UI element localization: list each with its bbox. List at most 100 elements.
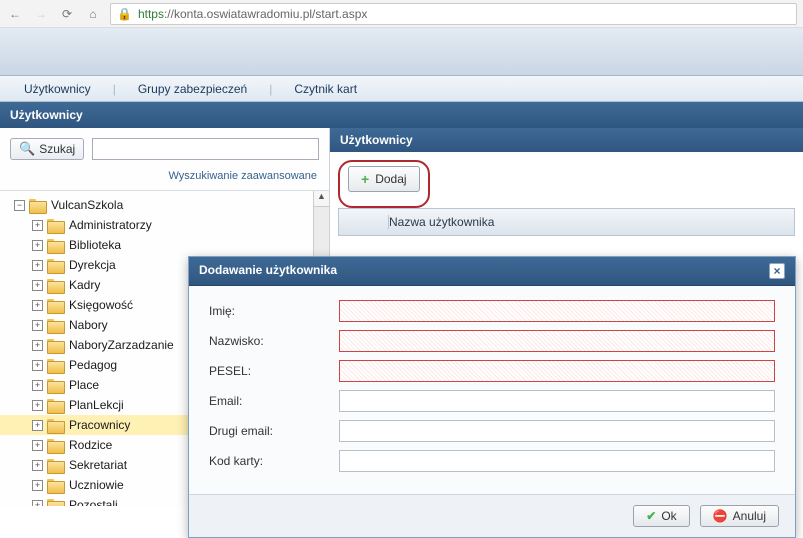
- expand-icon[interactable]: +: [32, 420, 43, 431]
- dialog-footer: ✔ Ok ⛔ Anuluj: [189, 494, 795, 537]
- input-imie[interactable]: [339, 300, 775, 322]
- folder-icon: [47, 359, 63, 372]
- ok-button-label: Ok: [661, 509, 676, 523]
- close-icon[interactable]: ×: [769, 263, 785, 279]
- back-icon[interactable]: ←: [6, 5, 24, 23]
- input-email[interactable]: [339, 390, 775, 412]
- tree-item-label: Pedagog: [69, 358, 117, 372]
- tree-item[interactable]: + Biblioteka: [0, 235, 329, 255]
- label-email2: Drugi email:: [209, 424, 339, 438]
- grid-header: Nazwa użytkownika: [338, 208, 795, 236]
- url-scheme: https: [138, 7, 164, 21]
- expand-icon[interactable]: +: [32, 300, 43, 311]
- url-bar[interactable]: 🔒 https ://konta.oswiatawradomiu.pl/star…: [110, 3, 797, 25]
- tree-item-label: Nabory: [69, 318, 108, 332]
- grid-col-username: Nazwa użytkownika: [389, 215, 494, 229]
- expand-icon[interactable]: +: [32, 320, 43, 331]
- folder-icon: [47, 319, 63, 332]
- tree-root-label: VulcanSzkola: [51, 198, 123, 212]
- section-title: Użytkownicy: [0, 102, 803, 128]
- tree-item[interactable]: + Administratorzy: [0, 215, 329, 235]
- cancel-button-label: Anuluj: [733, 509, 766, 523]
- expand-icon[interactable]: +: [32, 440, 43, 451]
- label-imie: Imię:: [209, 304, 339, 318]
- tree-item-label: Pracownicy: [69, 418, 130, 432]
- add-button-label: Dodaj: [375, 172, 406, 186]
- plus-icon: +: [361, 171, 369, 187]
- folder-icon: [47, 259, 63, 272]
- input-kod[interactable]: [339, 450, 775, 472]
- tree-item-label: Place: [69, 378, 99, 392]
- tree-item-label: Kadry: [69, 278, 100, 292]
- input-nazwisko[interactable]: [339, 330, 775, 352]
- search-row: 🔍 Szukaj: [0, 128, 329, 170]
- forward-icon[interactable]: →: [32, 5, 50, 23]
- tree-item-label: Uczniowie: [69, 478, 124, 492]
- label-email: Email:: [209, 394, 339, 408]
- dialog-body: Imię: Nazwisko: PESEL: Email: Drugi emai…: [189, 286, 795, 494]
- add-button[interactable]: + Dodaj: [348, 166, 420, 192]
- tree-item-label: Księgowość: [69, 298, 133, 312]
- folder-icon: [29, 199, 45, 212]
- folder-icon: [47, 279, 63, 292]
- dialog-title-bar[interactable]: Dodawanie użytkownika ×: [189, 257, 795, 286]
- folder-icon: [47, 219, 63, 232]
- folder-icon: [47, 479, 63, 492]
- expand-icon[interactable]: +: [32, 480, 43, 491]
- expand-icon[interactable]: +: [32, 280, 43, 291]
- expand-icon[interactable]: +: [32, 340, 43, 351]
- search-input[interactable]: [92, 138, 319, 160]
- search-button-label: Szukaj: [39, 142, 75, 156]
- folder-icon: [47, 419, 63, 432]
- tree-item-label: Administratorzy: [69, 218, 152, 232]
- scroll-up-icon[interactable]: ▲: [314, 191, 329, 207]
- tree-item-label: Sekretariat: [69, 458, 127, 472]
- advanced-search-link[interactable]: Wyszukiwanie zaawansowane: [0, 170, 329, 190]
- cancel-button[interactable]: ⛔ Anuluj: [700, 505, 779, 527]
- folder-icon: [47, 399, 63, 412]
- expand-icon[interactable]: +: [32, 260, 43, 271]
- menu-groups[interactable]: Grupy zabezpieczeń: [134, 80, 251, 98]
- label-pesel: PESEL:: [209, 364, 339, 378]
- grid-col-blank: [349, 215, 389, 229]
- tree-root[interactable]: − VulcanSzkola: [0, 195, 329, 215]
- label-nazwisko: Nazwisko:: [209, 334, 339, 348]
- folder-icon: [47, 339, 63, 352]
- expand-icon[interactable]: +: [32, 380, 43, 391]
- tree-item-label: NaboryZarzadzanie: [69, 338, 174, 352]
- folder-icon: [47, 299, 63, 312]
- reload-icon[interactable]: ⟳: [58, 5, 76, 23]
- cancel-icon: ⛔: [713, 509, 728, 523]
- menu-users[interactable]: Użytkownicy: [20, 80, 95, 98]
- tree-item-label: Biblioteka: [69, 238, 121, 252]
- expand-icon[interactable]: +: [32, 400, 43, 411]
- collapse-icon[interactable]: −: [14, 200, 25, 211]
- add-highlight: + Dodaj: [338, 160, 430, 208]
- url-rest: ://konta.oswiatawradomiu.pl/start.aspx: [164, 7, 367, 21]
- expand-icon[interactable]: +: [32, 460, 43, 471]
- menu-reader[interactable]: Czytnik kart: [290, 80, 361, 98]
- home-icon[interactable]: ⌂: [84, 5, 102, 23]
- search-icon: 🔍: [19, 141, 35, 157]
- expand-icon[interactable]: +: [32, 240, 43, 251]
- main-menu: Użytkownicy | Grupy zabezpieczeń | Czytn…: [0, 76, 803, 102]
- label-kod: Kod karty:: [209, 454, 339, 468]
- input-pesel[interactable]: [339, 360, 775, 382]
- tree-item-label: Pozostali: [69, 498, 118, 506]
- tree-item-label: PlanLekcji: [69, 398, 124, 412]
- check-icon: ✔: [646, 509, 656, 523]
- search-button[interactable]: 🔍 Szukaj: [10, 138, 84, 160]
- folder-icon: [47, 459, 63, 472]
- expand-icon[interactable]: +: [32, 360, 43, 371]
- ok-button[interactable]: ✔ Ok: [633, 505, 689, 527]
- expand-icon[interactable]: +: [32, 500, 43, 507]
- input-email2[interactable]: [339, 420, 775, 442]
- folder-icon: [47, 499, 63, 507]
- tree-item-label: Rodzice: [69, 438, 112, 452]
- folder-icon: [47, 439, 63, 452]
- lock-icon: 🔒: [117, 7, 132, 21]
- folder-icon: [47, 239, 63, 252]
- browser-toolbar: ← → ⟳ ⌂ 🔒 https ://konta.oswiatawradomiu…: [0, 0, 803, 28]
- expand-icon[interactable]: +: [32, 220, 43, 231]
- header-strip: [0, 28, 803, 76]
